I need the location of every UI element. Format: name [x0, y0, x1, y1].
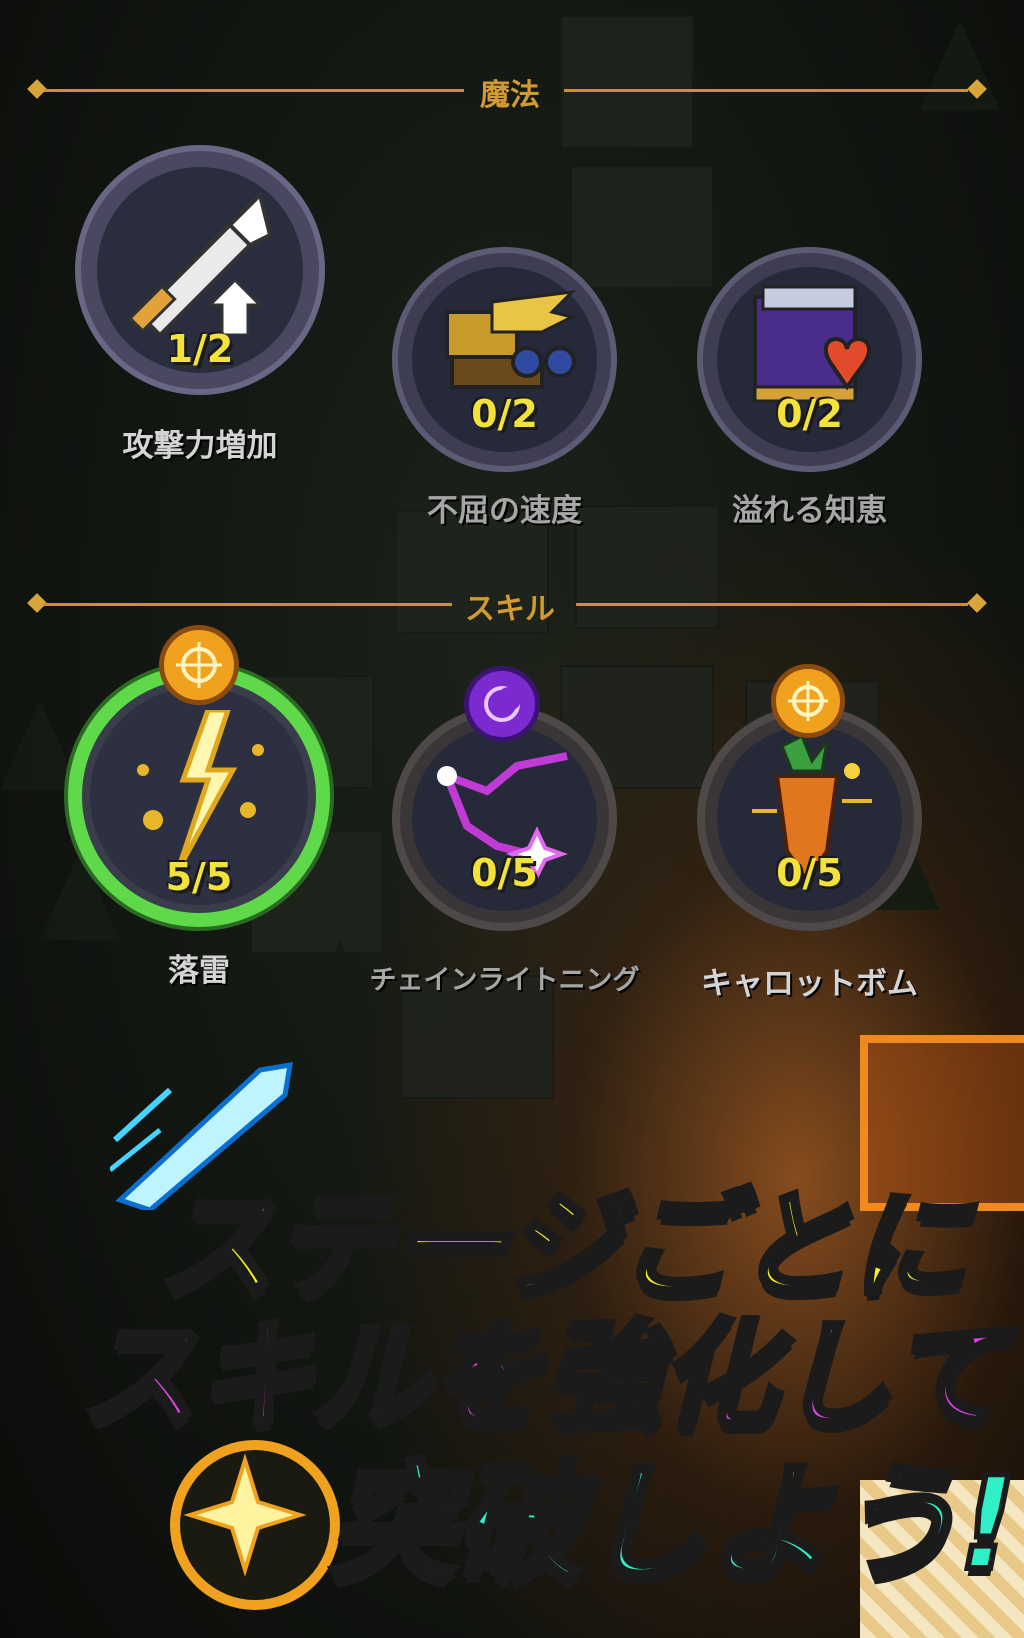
magic-name: 不屈の速度 — [427, 493, 582, 529]
skill-section-header: スキル — [27, 584, 987, 627]
promo-line-3: 突破しよう! — [326, 1447, 1020, 1602]
skill-level: 0/5 — [471, 851, 538, 895]
skill-section-title: スキル — [465, 592, 555, 627]
skill-name: チェインライトニング — [369, 965, 640, 996]
magic-card-speed[interactable]: 0/2 不屈の速度 — [392, 247, 617, 527]
moon-badge-icon — [464, 666, 540, 742]
magic-section-header: 魔法 — [27, 70, 987, 113]
magic-name: 溢れる知恵 — [732, 493, 887, 529]
skill-card-chain-lightning[interactable]: 0/5 チェインライトニング — [370, 666, 640, 996]
magic-section-title: 魔法 — [480, 78, 540, 113]
skill-card-carrot-bomb[interactable]: 0/5 キャロットボム — [697, 664, 922, 1000]
sun-badge-icon — [159, 625, 239, 705]
sun-badge-icon — [771, 664, 845, 738]
magic-level: 1/2 — [166, 327, 234, 371]
skill-card-thunder[interactable]: 5/5 落雷 — [68, 625, 330, 987]
sword-arrow-icon — [127, 191, 273, 335]
skill-level: 0/5 — [776, 851, 843, 895]
skill-level: 5/5 — [165, 855, 233, 899]
magic-level: 0/2 — [776, 392, 843, 436]
magic-level: 0/2 — [471, 392, 538, 436]
skill-name: キャロットボム — [701, 966, 918, 1002]
magic-name: 攻撃力増加 — [122, 428, 278, 464]
magic-card-attack-up[interactable]: 1/2 攻撃力増加 — [75, 145, 325, 462]
magic-card-wisdom[interactable]: 0/2 溢れる知恵 — [697, 247, 922, 527]
